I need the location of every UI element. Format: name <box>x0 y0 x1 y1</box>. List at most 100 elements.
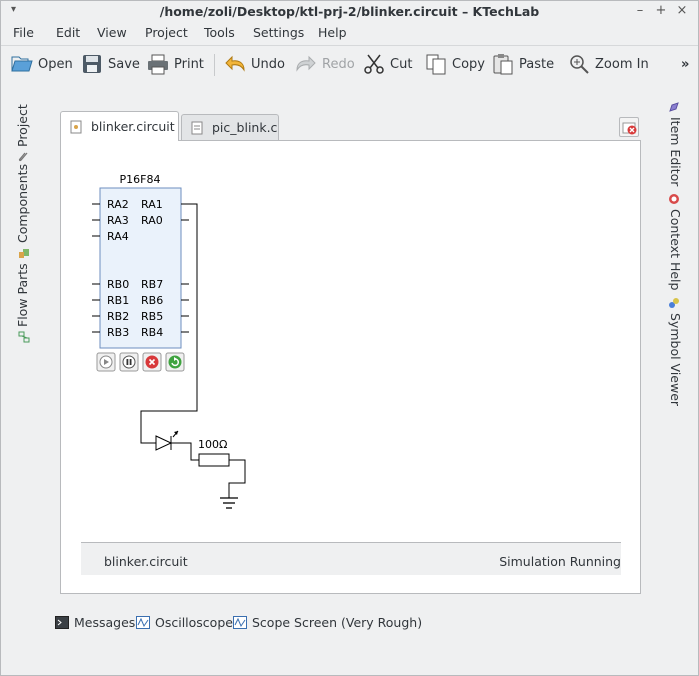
maximize-button[interactable]: + <box>653 3 669 19</box>
help-lifebuoy-icon <box>668 193 682 205</box>
pin-label: RB6 <box>141 294 163 307</box>
pin-label: RA1 <box>141 198 163 211</box>
copy-button[interactable]: Copy <box>425 52 485 76</box>
save-button[interactable]: Save <box>81 52 140 76</box>
source-file-icon <box>190 121 204 135</box>
chip-name: P16F84 <box>120 173 161 186</box>
zoom-in-button[interactable]: Zoom In <box>568 52 649 76</box>
save-icon <box>81 53 103 75</box>
open-button[interactable]: Open <box>11 52 73 76</box>
menu-help[interactable]: Help <box>318 25 347 40</box>
close-window-button[interactable]: × <box>674 3 690 19</box>
dock-tab-symbol-viewer-label: Symbol Viewer <box>668 313 683 407</box>
sim-reload-button[interactable] <box>165 352 185 372</box>
pin-label: RB2 <box>107 310 129 323</box>
circuit-canvas[interactable]: P16F84 RA2 RA3 RA4 RB0 RB1 RB2 RB3 RA1 R… <box>61 141 640 541</box>
dock-tab-item-editor-label: Item Editor <box>668 117 683 187</box>
sim-play-button[interactable] <box>96 352 116 372</box>
copy-icon <box>425 53 447 75</box>
components-icon <box>17 247 30 259</box>
dock-tab-project[interactable]: Project <box>15 97 30 167</box>
menu-settings[interactable]: Settings <box>253 25 304 40</box>
scope-screen-icon <box>233 615 247 629</box>
open-label: Open <box>38 56 73 72</box>
tab-pic-blink-c[interactable]: pic_blink.c <box>181 114 279 140</box>
print-button[interactable]: Print <box>147 52 204 76</box>
dock-tab-components[interactable]: Components <box>15 164 30 263</box>
tab-blinker-circuit[interactable]: blinker.circuit <box>60 111 179 141</box>
dock-tab-flow-parts-label: Flow Parts <box>15 263 30 327</box>
pin-label: RB7 <box>141 278 163 291</box>
cut-button[interactable]: Cut <box>363 52 412 76</box>
menu-edit[interactable]: Edit <box>56 25 80 40</box>
dock-tab-oscilloscope-label: Oscilloscope <box>155 614 233 630</box>
pin-label: RA4 <box>107 230 129 243</box>
cut-label: Cut <box>390 56 413 72</box>
scissors-icon <box>363 53 385 75</box>
undo-button[interactable]: Undo <box>224 52 285 76</box>
oscilloscope-icon <box>136 615 150 629</box>
main-toolbar: Open Save Print Undo Redo Cut Copy Paste… <box>1 45 698 81</box>
menu-view[interactable]: View <box>97 25 127 40</box>
pin-label: RA2 <box>107 198 129 211</box>
save-label: Save <box>108 56 140 72</box>
redo-button[interactable]: Redo <box>295 52 355 76</box>
pause-icon <box>122 355 136 369</box>
menu-bar: File Edit View Project Tools Settings He… <box>1 23 698 43</box>
tab-blinker-circuit-label: blinker.circuit <box>91 119 175 134</box>
status-file-name: blinker.circuit <box>104 554 188 569</box>
paperclip-icon <box>17 151 29 163</box>
undo-label: Undo <box>251 56 285 72</box>
dock-tab-scope-screen-label: Scope Screen (Very Rough) <box>252 614 423 630</box>
ground-symbol[interactable] <box>220 497 238 509</box>
redo-label: Redo <box>322 56 355 72</box>
zoom-in-label: Zoom In <box>595 56 649 72</box>
pin-label: RB1 <box>107 294 129 307</box>
menu-file[interactable]: File <box>13 25 34 40</box>
chip-left-pin-stubs <box>92 203 100 333</box>
menu-tools[interactable]: Tools <box>204 25 235 40</box>
minimize-button[interactable]: – <box>632 3 648 19</box>
pic-microcontroller[interactable] <box>99 187 182 349</box>
paste-icon <box>492 53 514 75</box>
folder-open-icon <box>11 53 33 75</box>
print-label: Print <box>174 56 204 72</box>
dock-tab-symbol-viewer[interactable]: Symbol Viewer <box>668 293 683 406</box>
window-title: /home/zoli/Desktop/ktl-prj-2/blinker.cir… <box>159 4 540 19</box>
dock-tab-project-label: Project <box>15 104 30 147</box>
circuit-file-icon <box>69 120 83 134</box>
status-simulation-state: Simulation Running <box>499 554 621 569</box>
dock-tab-context-help[interactable]: Context Help <box>668 189 683 290</box>
sim-pause-button[interactable] <box>119 352 139 372</box>
app-window: ▾ /home/zoli/Desktop/ktl-prj-2/blinker.c… <box>0 0 699 676</box>
close-document-button[interactable] <box>619 117 639 137</box>
menu-project[interactable]: Project <box>145 25 188 40</box>
dock-tab-flow-parts[interactable]: Flow Parts <box>15 263 30 347</box>
resistor-component[interactable] <box>198 453 230 467</box>
close-document-icon <box>622 122 637 135</box>
symbol-viewer-icon <box>668 297 682 309</box>
undo-icon <box>224 53 246 75</box>
terminal-icon <box>55 615 69 629</box>
printer-icon <box>147 53 169 75</box>
document-status-bar: blinker.circuit Simulation Running <box>81 542 621 575</box>
pin-label: RB3 <box>107 326 129 339</box>
dock-tab-messages[interactable]: Messages <box>55 613 135 631</box>
paste-label: Paste <box>519 56 555 72</box>
pin-label: RB4 <box>141 326 163 339</box>
sim-stop-button[interactable] <box>142 352 162 372</box>
dock-tab-scope-screen[interactable]: Scope Screen (Very Rough) <box>233 613 422 631</box>
paste-button[interactable]: Paste <box>492 52 554 76</box>
pin-label: RA0 <box>141 214 163 227</box>
title-bar: ▾ /home/zoli/Desktop/ktl-prj-2/blinker.c… <box>1 1 698 23</box>
pin-label: RB0 <box>107 278 129 291</box>
copy-label: Copy <box>452 56 485 72</box>
dock-tab-item-editor[interactable]: Item Editor <box>668 97 683 187</box>
flowchart-icon <box>17 331 30 343</box>
redo-icon <box>295 53 317 75</box>
zoom-in-icon <box>568 53 590 75</box>
led-component[interactable] <box>155 430 179 451</box>
toolbar-overflow-button[interactable]: » <box>681 52 689 76</box>
dock-tab-oscilloscope[interactable]: Oscilloscope <box>136 613 233 631</box>
chip-right-pin-stubs <box>181 203 197 333</box>
